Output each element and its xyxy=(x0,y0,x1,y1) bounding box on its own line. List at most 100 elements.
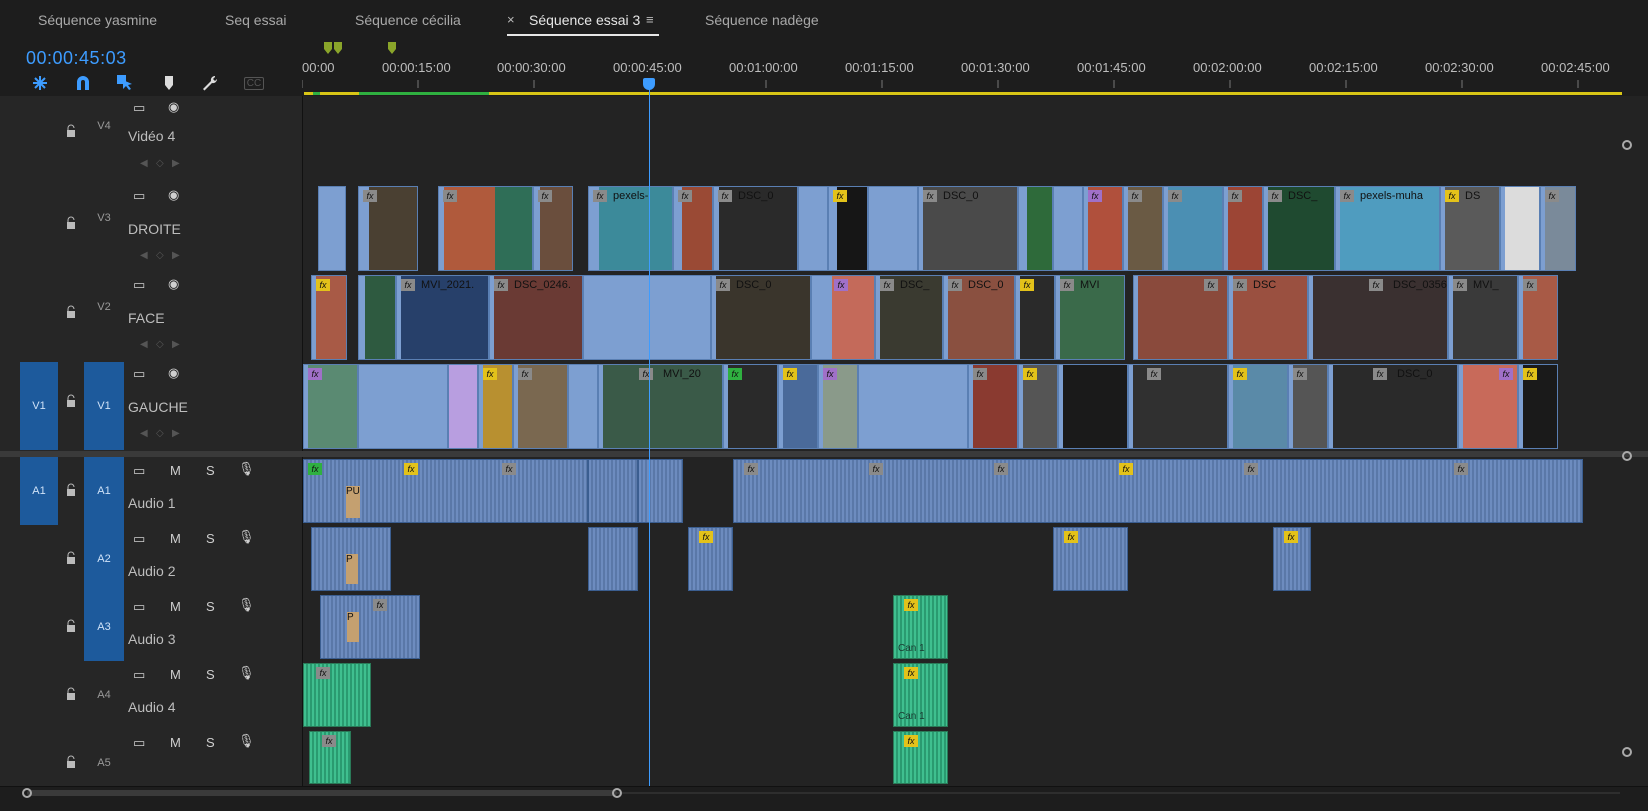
video-clip[interactable]: fx xyxy=(1163,186,1223,271)
snap-icon[interactable] xyxy=(74,74,92,92)
audio-clip[interactable]: fx PU fx fx xyxy=(303,459,588,523)
captions-icon[interactable]: CC xyxy=(243,74,265,92)
track-target-a3[interactable]: A3 xyxy=(84,593,124,661)
video-clip[interactable]: fx xyxy=(818,364,858,449)
track-lane[interactable]: fx fx MVI_2021. fx DSC_0246. fx DSC_0 fx fx… xyxy=(303,273,1623,362)
marker-icon[interactable] xyxy=(160,74,178,92)
eye-icon[interactable]: ◉ xyxy=(168,187,179,203)
microphone-icon[interactable]: 🎙 xyxy=(238,461,255,477)
lock-icon[interactable] xyxy=(64,551,80,565)
video-clip[interactable] xyxy=(358,275,396,360)
track-name[interactable]: FACE xyxy=(128,310,165,326)
video-clip[interactable] xyxy=(583,275,711,360)
video-clip[interactable]: fx xyxy=(723,364,778,449)
eye-icon[interactable]: ◉ xyxy=(168,99,179,115)
video-clip[interactable]: fx DSC_ xyxy=(875,275,943,360)
keyframe-nav-icon[interactable]: ◀ ◇ ▶ xyxy=(140,158,180,169)
keyframe-nav-icon[interactable]: ◀ ◇ ▶ xyxy=(140,250,180,261)
video-clip[interactable]: fx DSC_0 xyxy=(918,186,1018,271)
video-clip[interactable] xyxy=(1053,186,1083,271)
lock-icon[interactable] xyxy=(64,394,80,408)
solo-button[interactable]: S xyxy=(206,531,215,546)
audio-clip[interactable]: fx fx fx fx fx fx xyxy=(733,459,1583,523)
video-clip[interactable]: fx MVI xyxy=(1055,275,1125,360)
audio-clip[interactable] xyxy=(638,459,683,523)
lock-icon[interactable] xyxy=(64,755,80,769)
track-lane[interactable]: Pfx fx Can 1 xyxy=(303,593,1623,661)
lock-icon[interactable] xyxy=(64,483,80,497)
track-lane[interactable]: fx fx fx fx pexels- fx fx DSC_0 fx fx DSC_0… xyxy=(303,184,1623,273)
microphone-icon[interactable]: 🎙 xyxy=(238,597,255,613)
video-clip[interactable]: fx DSC_ xyxy=(1263,186,1335,271)
solo-button[interactable]: S xyxy=(206,599,215,614)
audio-clip[interactable] xyxy=(588,527,638,591)
audio-clip[interactable] xyxy=(588,459,638,523)
track-name[interactable]: Audio 4 xyxy=(128,699,175,715)
video-clip[interactable]: fx xyxy=(1015,275,1055,360)
video-clip[interactable]: fx xyxy=(1133,275,1228,360)
audio-clip[interactable]: fx xyxy=(1273,527,1311,591)
track-name[interactable]: Audio 1 xyxy=(128,495,175,511)
close-icon[interactable]: × xyxy=(507,12,515,27)
tab-sequence-cecilia[interactable]: Séquence cécilia xyxy=(355,12,461,28)
microphone-icon[interactable]: 🎙 xyxy=(238,665,255,681)
tab-sequence-nadege[interactable]: Séquence nadège xyxy=(705,12,819,28)
video-clip[interactable]: fx xyxy=(1228,364,1288,449)
track-target-v1[interactable]: V1 xyxy=(84,362,124,450)
video-clip[interactable] xyxy=(318,186,346,271)
solo-button[interactable]: S xyxy=(206,735,215,750)
microphone-icon[interactable]: 🎙 xyxy=(238,529,255,545)
video-clip[interactable]: fx xyxy=(533,186,573,271)
work-area-bar[interactable] xyxy=(304,92,1622,95)
video-clip[interactable]: fx DSC_0 xyxy=(711,275,811,360)
lock-icon[interactable] xyxy=(64,216,80,230)
video-clip[interactable]: fx xyxy=(438,186,533,271)
track-target-v4[interactable]: V4 xyxy=(84,116,124,136)
mute-button[interactable]: M xyxy=(170,735,181,750)
playhead-line[interactable] xyxy=(649,80,650,786)
track-lane[interactable]: fx fx xyxy=(303,729,1623,786)
horizontal-scrollbar[interactable] xyxy=(20,786,1620,800)
tab-seq-essai[interactable]: Seq essai xyxy=(225,12,286,28)
video-clip[interactable] xyxy=(1058,364,1128,449)
eye-icon[interactable]: ◉ xyxy=(168,276,179,292)
toggle-sync-lock-icon[interactable]: ▭ xyxy=(133,188,145,204)
video-clip[interactable]: fx xyxy=(478,364,513,449)
audio-clip[interactable]: fx xyxy=(893,731,948,784)
lock-icon[interactable] xyxy=(64,124,80,138)
source-patch-v1[interactable]: V1 xyxy=(20,362,58,450)
solo-button[interactable]: S xyxy=(206,463,215,478)
video-clip[interactable]: fx xyxy=(1123,186,1163,271)
track-target-a4[interactable]: A4 xyxy=(84,685,124,705)
lock-icon[interactable] xyxy=(64,619,80,633)
video-clip[interactable]: fx xyxy=(311,275,347,360)
audio-clip[interactable]: fx xyxy=(303,663,371,727)
video-clip[interactable]: fx DS xyxy=(1440,186,1500,271)
video-clip[interactable]: fx xyxy=(968,364,1018,449)
video-clip[interactable]: fx xyxy=(1128,364,1228,449)
video-clip[interactable]: fx xyxy=(1540,186,1576,271)
video-clip[interactable] xyxy=(798,186,828,271)
track-name[interactable]: GAUCHE xyxy=(128,399,188,415)
audio-clip[interactable]: fx Can 1 xyxy=(893,595,948,659)
lock-icon[interactable] xyxy=(64,687,80,701)
playhead-timecode[interactable]: 00:00:45:03 xyxy=(26,48,127,69)
video-clip[interactable]: fx DSC_0 xyxy=(713,186,798,271)
tab-menu-icon[interactable]: ≡ xyxy=(646,12,654,27)
video-clip[interactable] xyxy=(1500,186,1540,271)
eye-icon[interactable]: ◉ xyxy=(168,365,179,381)
track-lane[interactable]: fx PU fx fx fx fx fx fx fx fx xyxy=(303,457,1623,525)
video-clip[interactable]: fx DSC_0356 xyxy=(1308,275,1448,360)
solo-button[interactable]: S xyxy=(206,667,215,682)
mute-button[interactable]: M xyxy=(170,667,181,682)
video-clip[interactable]: fx DSC_0246. xyxy=(489,275,583,360)
time-ruler[interactable]: 00:00 00:00:15:00 00:00:30:00 00:00:45:0… xyxy=(302,40,1622,96)
video-clip[interactable]: fx xyxy=(1458,364,1518,449)
video-clip[interactable]: fx xyxy=(1518,364,1558,449)
video-clip[interactable]: fx MVI_20 xyxy=(598,364,723,449)
video-clip[interactable] xyxy=(1018,186,1053,271)
audio-clip[interactable]: fx Can 1 xyxy=(893,663,948,727)
audio-scroll-knob[interactable] xyxy=(1622,747,1632,757)
video-clip[interactable] xyxy=(868,186,918,271)
wrench-icon[interactable] xyxy=(201,74,219,92)
